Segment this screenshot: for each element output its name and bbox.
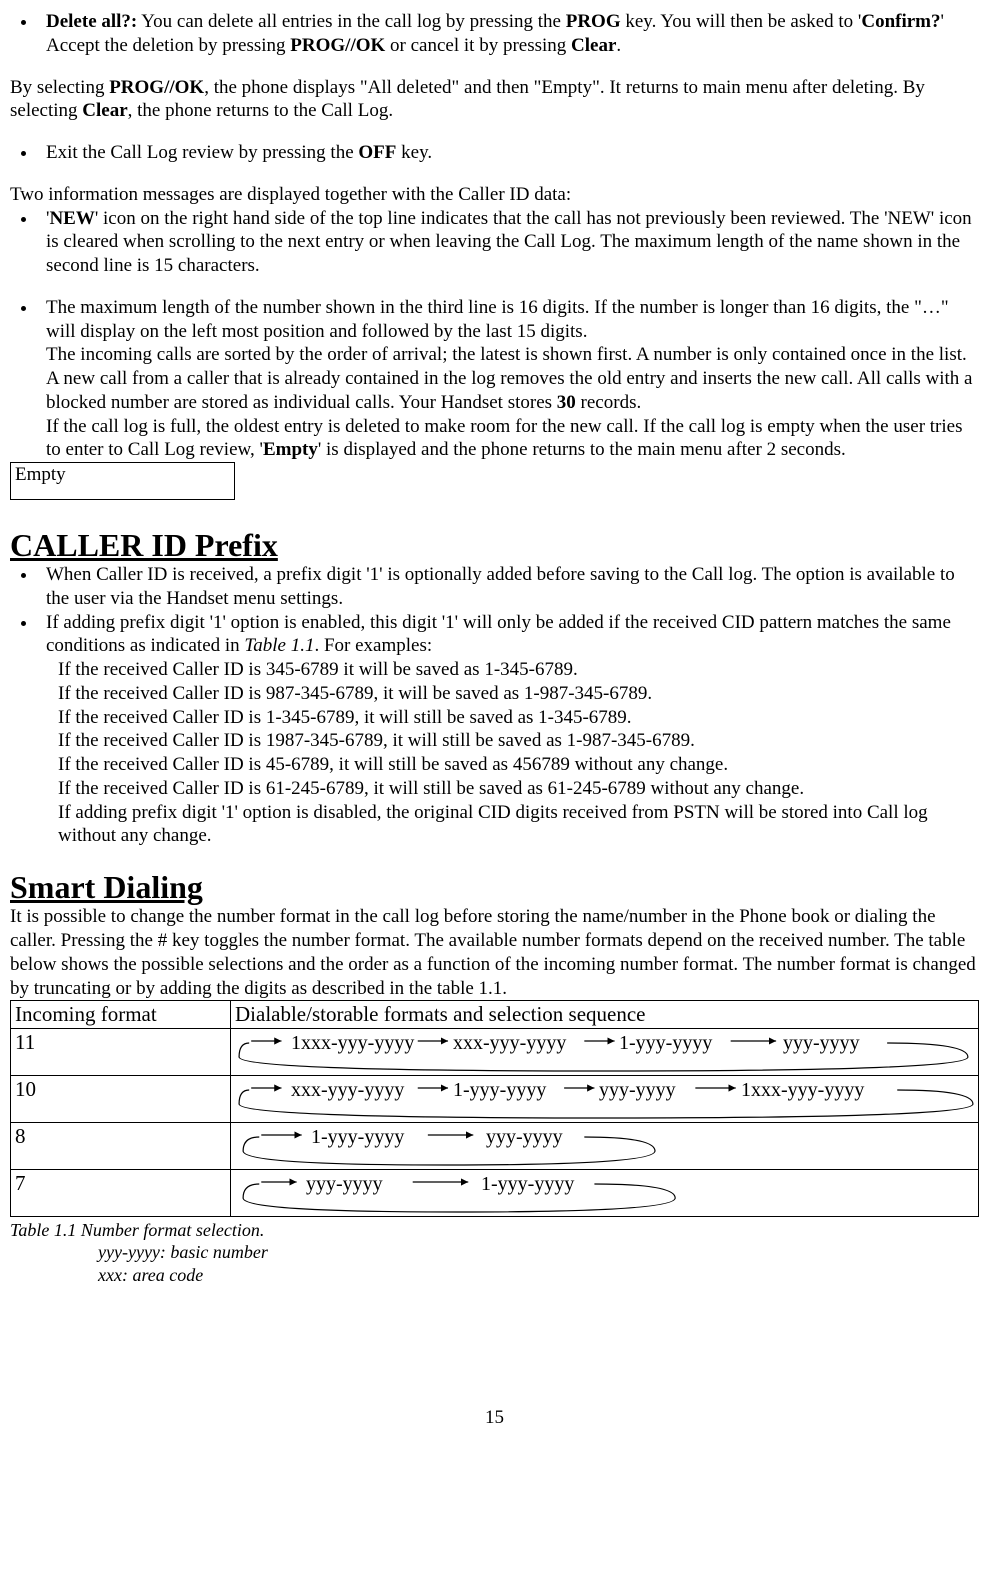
table-row: 7 yyy-yyyy 1-yyy-yyyy bbox=[11, 1169, 979, 1216]
format-option: xxx-yyy-yyyy bbox=[291, 1078, 404, 1103]
text: You can delete all entries in the call l… bbox=[137, 11, 565, 32]
format-option: yyy-yyyy bbox=[783, 1031, 860, 1056]
example-line: If adding prefix digit '1' option is dis… bbox=[58, 801, 979, 849]
empty-box-text: Empty bbox=[15, 464, 66, 485]
format-option: yyy-yyyy bbox=[486, 1125, 563, 1150]
smart-dialing-heading: Smart Dialing bbox=[10, 870, 979, 905]
format-option: 1-yyy-yyyy bbox=[311, 1125, 404, 1150]
delete-all-bullet: Delete all?: You can delete all entries … bbox=[38, 10, 979, 58]
clear-key: Clear bbox=[571, 35, 616, 56]
caller-id-bullet-2: If adding prefix digit '1' option is ena… bbox=[38, 611, 979, 849]
example-line: If the received Caller ID is 345-6789 it… bbox=[58, 658, 979, 682]
max-length-bullet-list: The maximum length of the number shown i… bbox=[38, 296, 979, 462]
prog-key: PROG bbox=[566, 11, 621, 32]
text: The maximum length of the number shown i… bbox=[46, 297, 949, 342]
thirty-records: 30 bbox=[557, 392, 576, 413]
table-caption: Table 1.1 Number format selection. yyy-y… bbox=[10, 1219, 979, 1287]
incoming-format-cell: 8 bbox=[11, 1122, 231, 1169]
new-icon-bullet: 'NEW' icon on the right hand side of the… bbox=[38, 207, 979, 278]
info-intro: Two information messages are displayed t… bbox=[10, 183, 979, 207]
progok-key: PROG//OK bbox=[290, 35, 385, 56]
caption-line-2: yyy-yyyy: basic number bbox=[98, 1242, 268, 1262]
caller-id-bullet-list: When Caller ID is received, a prefix dig… bbox=[38, 563, 979, 848]
new-label: NEW bbox=[49, 208, 94, 229]
table-row: 8 1-yyy-yyyy yyy-yyyy bbox=[11, 1122, 979, 1169]
text: If adding prefix digit '1' option is ena… bbox=[46, 612, 951, 657]
select-paragraph: By selecting PROG//OK, the phone display… bbox=[10, 76, 979, 124]
text: , the phone returns to the Call Log. bbox=[128, 100, 393, 121]
caller-id-bullet-1: When Caller ID is received, a prefix dig… bbox=[38, 563, 979, 611]
table-ref: Table 1.1 bbox=[244, 635, 314, 656]
example-line: If the received Caller ID is 987-345-678… bbox=[58, 682, 979, 706]
exit-bullet-list: Exit the Call Log review by pressing the… bbox=[38, 141, 979, 165]
format-option: 1-yyy-yyyy bbox=[481, 1172, 574, 1197]
confirm-label: Confirm? bbox=[861, 11, 940, 32]
format-option: yyy-yyyy bbox=[599, 1078, 676, 1103]
sequence-cell: xxx-yyy-yyyy 1-yyy-yyyy yyy-yyyy 1xxx-yy… bbox=[231, 1075, 979, 1122]
sequence-cell: yyy-yyyy 1-yyy-yyyy bbox=[231, 1169, 979, 1216]
sequence-cell: 1xxx-yyy-yyyy xxx-yyy-yyyy 1-yyy-yyyy yy… bbox=[231, 1028, 979, 1075]
example-line: If the received Caller ID is 1987-345-67… bbox=[58, 729, 979, 753]
format-option: 1xxx-yyy-yyyy bbox=[291, 1031, 414, 1056]
caller-id-examples: If the received Caller ID is 345-6789 it… bbox=[46, 658, 979, 848]
format-option: 1-yyy-yyyy bbox=[453, 1078, 546, 1103]
off-key: OFF bbox=[358, 142, 396, 163]
format-option: yyy-yyyy bbox=[306, 1172, 383, 1197]
caption-line-3: xxx: area code bbox=[98, 1265, 203, 1285]
incoming-format-cell: 7 bbox=[11, 1169, 231, 1216]
max-length-bullet: The maximum length of the number shown i… bbox=[38, 296, 979, 462]
text: By selecting bbox=[10, 77, 109, 98]
smart-dialing-paragraph: It is possible to change the number form… bbox=[10, 905, 979, 1000]
delete-all-bullet-list: Delete all?: You can delete all entries … bbox=[38, 10, 979, 58]
text: ' icon on the right hand side of the top… bbox=[46, 208, 972, 277]
text: key. bbox=[396, 142, 432, 163]
incoming-format-cell: 11 bbox=[11, 1028, 231, 1075]
info-bullet-list: 'NEW' icon on the right hand side of the… bbox=[38, 207, 979, 278]
text: Exit the Call Log review by pressing the bbox=[46, 142, 358, 163]
incoming-format-cell: 10 bbox=[11, 1075, 231, 1122]
empty-label: Empty bbox=[263, 439, 318, 460]
text: The incoming calls are sorted by the ord… bbox=[46, 344, 972, 413]
table-row: 10 xxx-yyy-yyyy 1-yyy-yyyy yyy-yyyy 1xxx… bbox=[11, 1075, 979, 1122]
format-option: 1-yyy-yyyy bbox=[619, 1031, 712, 1056]
caption-line-1: Table 1.1 Number format selection. bbox=[10, 1220, 264, 1240]
example-line: If the received Caller ID is 61-245-6789… bbox=[58, 777, 979, 801]
clear-key: Clear bbox=[82, 100, 127, 121]
table-row: 11 1xxx-yyy-yyyy bbox=[11, 1028, 979, 1075]
progok-key: PROG//OK bbox=[109, 77, 204, 98]
text: ' is displayed and the phone returns to … bbox=[318, 439, 846, 460]
format-option: xxx-yyy-yyyy bbox=[453, 1031, 566, 1056]
format-option: 1xxx-yyy-yyyy bbox=[741, 1078, 864, 1103]
caller-id-prefix-heading: CALLER ID Prefix bbox=[10, 528, 979, 563]
table-header-row: Incoming format Dialable/storable format… bbox=[11, 1001, 979, 1028]
exit-bullet: Exit the Call Log review by pressing the… bbox=[38, 141, 979, 165]
text: records. bbox=[576, 392, 641, 413]
text: . bbox=[616, 35, 621, 56]
page-number: 15 bbox=[10, 1406, 979, 1430]
text: or cancel it by pressing bbox=[385, 35, 571, 56]
number-format-table: Incoming format Dialable/storable format… bbox=[10, 1000, 979, 1216]
text: key. You will then be asked to ' bbox=[621, 11, 862, 32]
sequence-cell: 1-yyy-yyyy yyy-yyyy bbox=[231, 1122, 979, 1169]
empty-display-box: Empty bbox=[10, 462, 235, 500]
delete-all-label: Delete all?: bbox=[46, 11, 137, 32]
example-line: If the received Caller ID is 45-6789, it… bbox=[58, 753, 979, 777]
col-incoming-format: Incoming format bbox=[11, 1001, 231, 1028]
text: . For examples: bbox=[314, 635, 432, 656]
col-selection-sequence: Dialable/storable formats and selection … bbox=[231, 1001, 979, 1028]
example-line: If the received Caller ID is 1-345-6789,… bbox=[58, 706, 979, 730]
